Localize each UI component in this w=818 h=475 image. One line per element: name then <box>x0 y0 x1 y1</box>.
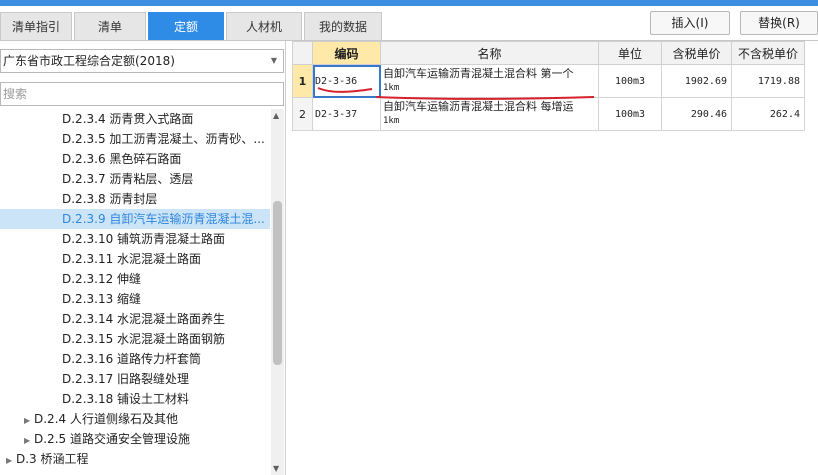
grid-header-unit[interactable]: 单位 <box>598 41 662 65</box>
tree-item[interactable]: ▶ D.2.5 道路交通安全管理设施 <box>0 429 270 449</box>
quota-library-panel: 广东省市政工程综合定额(2018) ▼ 搜索 D.2.3.4 沥青贯入式路面 D.… <box>0 41 286 475</box>
tree-item[interactable]: D.2.3.4 沥青贯入式路面 <box>0 109 270 129</box>
tab-my-data[interactable]: 我的数据 <box>304 12 382 40</box>
tab-bar: 清单指引 清单 定额 人材机 我的数据 <box>0 12 384 40</box>
tree-item[interactable]: D.2.3.18 铺设土工材料 <box>0 389 270 409</box>
arrow-down-icon[interactable]: ▼ <box>273 464 279 473</box>
tree-item-label: D.2.3.4 沥青贯入式路面 <box>62 112 194 126</box>
tree-item-label: D.2.3.15 水泥混凝土路面钢筋 <box>62 332 226 346</box>
tree-item[interactable]: D.2.3.17 旧路裂缝处理 <box>0 369 270 389</box>
tree-scrollbar[interactable]: ▲ ▼ <box>271 109 284 475</box>
tree-item-label: D.2.3.13 缩缝 <box>62 292 142 306</box>
tree-item-label: D.2.5 道路交通安全管理设施 <box>34 432 190 446</box>
grid-header-price-notax[interactable]: 不含税单价 <box>731 41 805 65</box>
grid-header-name[interactable]: 名称 <box>380 41 599 65</box>
tree-item-label: D.2.3.8 沥青封层 <box>62 192 158 206</box>
triangle-right-icon[interactable]: ▶ <box>24 411 34 429</box>
grid-header-code[interactable]: 编码 <box>312 41 381 65</box>
arrow-up-icon[interactable]: ▲ <box>273 111 279 120</box>
grid-header-index <box>292 41 313 65</box>
tab-labor-material-machine[interactable]: 人材机 <box>226 12 302 40</box>
tree-item[interactable]: D.2.3.9 自卸汽车运输沥青混凝土混... <box>0 209 270 229</box>
tree-item-label: D.2.3.5 加工沥青混凝土、沥青砂、... <box>62 132 265 146</box>
library-select-value: 广东省市政工程综合定额(2018) <box>3 54 175 68</box>
tree-item[interactable]: D.2.3.14 水泥混凝土路面养生 <box>0 309 270 329</box>
table-row[interactable]: 2 D2-3-37 自卸汽车运输沥青混凝土混合料 每增运 1km 100m3 29… <box>292 97 805 131</box>
tree-item-label: D.2.3.12 伸缝 <box>62 272 142 286</box>
tree-item[interactable]: ▶ D.2.4 人行道侧缘石及其他 <box>0 409 270 429</box>
replace-button[interactable]: 替换(R) <box>740 11 818 35</box>
row-name[interactable]: 自卸汽车运输沥青混凝土混合料 第一个 1km <box>380 64 599 98</box>
tab-list-guide[interactable]: 清单指引 <box>0 12 72 40</box>
row-index: 1 <box>292 64 313 98</box>
triangle-right-icon[interactable]: ▶ <box>6 451 16 469</box>
tree-item-label: D.3 桥涵工程 <box>16 452 89 466</box>
search-input[interactable]: 搜索 <box>0 82 284 106</box>
tree-item[interactable]: D.2.3.5 加工沥青混凝土、沥青砂、... <box>0 129 270 149</box>
tree-item[interactable]: D.2.3.6 黑色碎石路面 <box>0 149 270 169</box>
row-price-notax[interactable]: 262.4 <box>731 97 805 131</box>
grid-header-price-tax[interactable]: 含税单价 <box>661 41 732 65</box>
tree-item-label: D.2.3.10 铺筑沥青混凝土路面 <box>62 232 226 246</box>
tree-item-label: D.2.3.7 沥青粘层、透层 <box>62 172 194 186</box>
row-price-tax[interactable]: 1902.69 <box>661 64 732 98</box>
tree-item[interactable]: D.2.3.12 伸缝 <box>0 269 270 289</box>
library-select[interactable]: 广东省市政工程综合定额(2018) ▼ <box>0 49 284 73</box>
tab-quota[interactable]: 定额 <box>148 12 224 40</box>
row-unit[interactable]: 100m3 <box>598 64 662 98</box>
tree-item[interactable]: D.2.3.10 铺筑沥青混凝土路面 <box>0 229 270 249</box>
row-name[interactable]: 自卸汽车运输沥青混凝土混合料 每增运 1km <box>380 97 599 131</box>
tree-item-label: D.2.3.16 道路传力杆套筒 <box>62 352 202 366</box>
tree-item-label: D.2.3.11 水泥混凝土路面 <box>62 252 202 266</box>
row-code[interactable]: D2-3-37 <box>312 97 381 131</box>
table-row[interactable]: 1 D2-3-36 自卸汽车运输沥青混凝土混合料 第一个 1km 100m3 19… <box>292 64 805 98</box>
row-code[interactable]: D2-3-36 <box>312 64 381 98</box>
row-index: 2 <box>292 97 313 131</box>
tree-item-label: D.2.3.17 旧路裂缝处理 <box>62 372 190 386</box>
tree-item[interactable]: D.2.3.11 水泥混凝土路面 <box>0 249 270 269</box>
chevron-down-icon: ▼ <box>270 56 277 65</box>
row-name-sub: 1km <box>383 83 400 93</box>
tab-list[interactable]: 清单 <box>74 12 146 40</box>
insert-button[interactable]: 插入(I) <box>650 11 730 35</box>
row-price-notax[interactable]: 1719.88 <box>731 64 805 98</box>
row-unit[interactable]: 100m3 <box>598 97 662 131</box>
row-name-text: 自卸汽车运输沥青混凝土混合料 每增运 <box>383 100 574 113</box>
triangle-right-icon[interactable]: ▶ <box>24 431 34 449</box>
quota-tree: D.2.3.4 沥青贯入式路面 D.2.3.5 加工沥青混凝土、沥青砂、... D.… <box>0 109 270 475</box>
tree-item-label: D.2.3.18 铺设土工材料 <box>62 392 190 406</box>
tree-item[interactable]: D.2.3.16 道路传力杆套筒 <box>0 349 270 369</box>
tree-item-label: D.2.3.14 水泥混凝土路面养生 <box>62 312 226 326</box>
tree-item[interactable]: D.2.3.15 水泥混凝土路面钢筋 <box>0 329 270 349</box>
scrollbar-thumb[interactable] <box>273 201 282 365</box>
tree-item[interactable]: D.2.3.8 沥青封层 <box>0 189 270 209</box>
row-name-text: 自卸汽车运输沥青混凝土混合料 第一个 <box>383 67 574 80</box>
tree-item[interactable]: ▶ D.3 桥涵工程 <box>0 449 270 469</box>
window-top-bar <box>0 0 818 6</box>
tree-item-label: D.2.3.6 黑色碎石路面 <box>62 152 182 166</box>
row-price-tax[interactable]: 290.46 <box>661 97 732 131</box>
quota-grid: 编码 名称 单位 含税单价 不含税单价 1 D2-3-36 自卸汽车运输沥青混凝… <box>292 41 805 131</box>
tree-item-label: D.2.3.9 自卸汽车运输沥青混凝土混... <box>62 212 265 226</box>
row-name-sub: 1km <box>383 116 400 126</box>
tree-item[interactable]: D.2.3.7 沥青粘层、透层 <box>0 169 270 189</box>
tree-item[interactable]: D.2.3.13 缩缝 <box>0 289 270 309</box>
tree-item-label: D.2.4 人行道侧缘石及其他 <box>34 412 178 426</box>
grid-header-row: 编码 名称 单位 含税单价 不含税单价 <box>292 41 805 65</box>
